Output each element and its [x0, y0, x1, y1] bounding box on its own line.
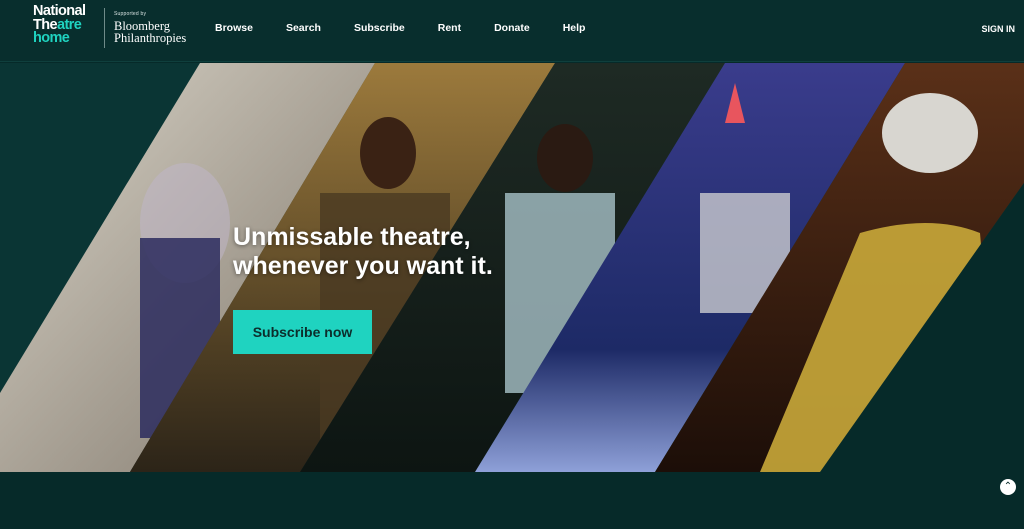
national-theatre-home-logo[interactable]: National Theatre home [33, 4, 97, 46]
logo-line-3: home [33, 30, 70, 46]
nav-donate[interactable]: Donate [494, 22, 530, 34]
site-header: National Theatre home Supported by Bloom… [0, 0, 1024, 62]
hero-banner: Unmissable theatre, whenever you want it… [0, 63, 1024, 472]
nav-rent[interactable]: Rent [438, 22, 461, 34]
page-footer-band [0, 472, 1024, 529]
sign-in-link[interactable]: SIGN IN [981, 24, 1015, 34]
nav-help[interactable]: Help [563, 22, 586, 34]
subscribe-now-button[interactable]: Subscribe now [233, 310, 372, 354]
hero-headline: Unmissable theatre, whenever you want it… [233, 223, 493, 281]
nav-subscribe[interactable]: Subscribe [354, 22, 405, 34]
logo-divider [104, 8, 105, 48]
main-nav: Browse Search Subscribe Rent Donate Help [215, 22, 618, 34]
sponsor-logo: Supported by Bloomberg Philanthropies [114, 11, 186, 44]
nav-search[interactable]: Search [286, 22, 321, 34]
sponsor-caption: Supported by [114, 11, 147, 17]
hero-headline-line-2: whenever you want it. [233, 252, 493, 280]
sponsor-name-2: Philanthropies [114, 30, 187, 45]
hero-headline-line-1: Unmissable theatre, [233, 223, 471, 251]
nav-browse[interactable]: Browse [215, 22, 253, 34]
hero-collage [0, 63, 1024, 472]
chevron-up-icon[interactable]: ⌃ [1000, 479, 1016, 495]
